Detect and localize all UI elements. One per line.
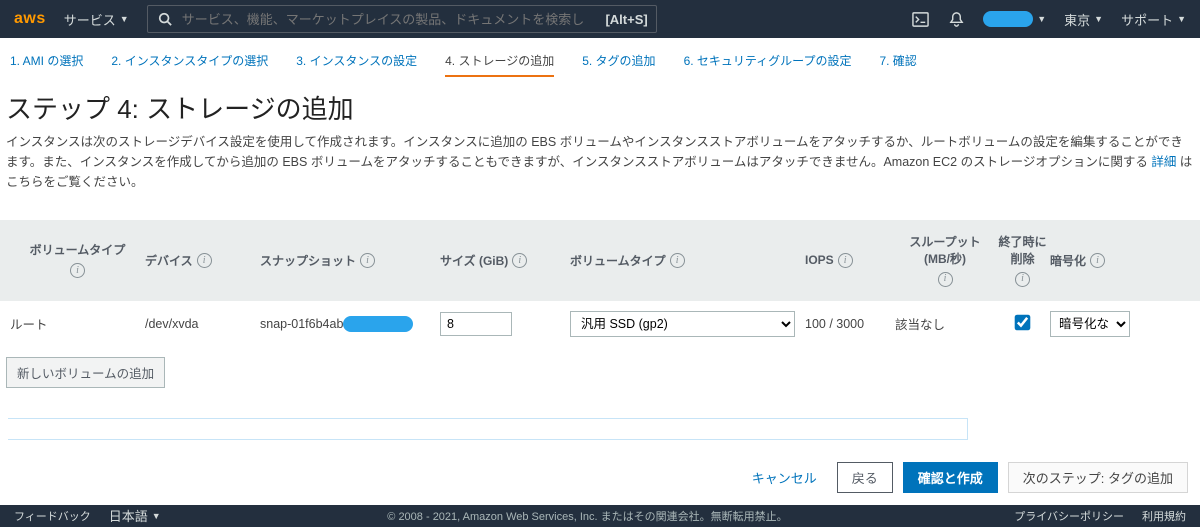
cell-encrypt: 暗号化な xyxy=(1050,311,1200,337)
services-label: サービス xyxy=(64,10,116,29)
cell-throughput: 該当なし xyxy=(895,314,995,333)
language-label: 日本語 xyxy=(109,506,148,525)
info-banner xyxy=(8,418,968,440)
th-snapshot: スナップショットi xyxy=(260,252,440,269)
cell-voltype: ルート xyxy=(10,314,145,333)
cell-voltype2: 汎用 SSD (gp2) xyxy=(570,311,805,337)
top-nav: aws サービス ▼ [Alt+S] ▼ 東京 ▼ サポート ▼ xyxy=(0,0,1200,38)
th-iops: IOPSi xyxy=(805,253,895,268)
page-title: ステップ 4: ストレージの追加 xyxy=(6,89,1194,126)
info-icon[interactable]: i xyxy=(1090,253,1105,268)
account-menu[interactable]: ▼ xyxy=(983,11,1046,27)
copyright-text: © 2008 - 2021, Amazon Web Services, Inc.… xyxy=(179,508,997,524)
cell-delterm xyxy=(995,316,1050,332)
caret-down-icon: ▼ xyxy=(120,14,129,24)
caret-down-icon: ▼ xyxy=(152,511,161,521)
table-row: ルート /dev/xvda snap-01f6b4ab 汎用 SSD (gp2)… xyxy=(0,301,1200,347)
cell-device: /dev/xvda xyxy=(145,317,260,331)
review-launch-button[interactable]: 確認と作成 xyxy=(903,462,998,493)
language-menu[interactable]: 日本語 ▼ xyxy=(109,506,161,525)
caret-down-icon: ▼ xyxy=(1094,14,1103,24)
snapshot-prefix: snap-01f6b4ab xyxy=(260,317,343,331)
page-content: ステップ 4: ストレージの追加 インスタンスは次のストレージデバイス設定を使用… xyxy=(0,89,1200,200)
cell-iops: 100 / 3000 xyxy=(805,317,895,331)
info-icon[interactable]: i xyxy=(360,253,375,268)
desc-text: インスタンスは次のストレージデバイス設定を使用して作成されます。インスタンスに追… xyxy=(6,135,1183,169)
wizard-step-1[interactable]: 1. AMI の選択 xyxy=(10,52,83,77)
info-icon[interactable]: i xyxy=(512,253,527,268)
aws-logo[interactable]: aws xyxy=(14,10,46,28)
cloudshell-icon[interactable] xyxy=(911,10,929,28)
storage-table: ボリュームタイプi デバイスi スナップショットi サイズ (GiB)i ボリュ… xyxy=(0,220,1200,347)
caret-down-icon: ▼ xyxy=(1037,14,1046,24)
th-volume: ボリュームタイプi xyxy=(10,242,145,278)
size-input[interactable] xyxy=(440,312,512,336)
wizard-step-4[interactable]: 4. ストレージの追加 xyxy=(445,52,554,77)
back-button[interactable]: 戻る xyxy=(837,462,893,493)
cell-size xyxy=(440,312,570,336)
search-icon xyxy=(156,10,174,28)
cell-snapshot: snap-01f6b4ab xyxy=(260,316,440,332)
wizard-step-2[interactable]: 2. インスタンスタイプの選択 xyxy=(111,52,268,77)
search-shortcut: [Alt+S] xyxy=(605,12,647,27)
th-size: サイズ (GiB)i xyxy=(440,252,570,269)
volume-type-select[interactable]: 汎用 SSD (gp2) xyxy=(570,311,795,337)
support-label: サポート xyxy=(1121,10,1173,29)
add-volume-button[interactable]: 新しいボリュームの追加 xyxy=(6,357,165,388)
search-box[interactable]: [Alt+S] xyxy=(147,5,657,33)
page-description: インスタンスは次のストレージデバイス設定を使用して作成されます。インスタンスに追… xyxy=(6,132,1194,192)
info-icon[interactable]: i xyxy=(838,253,853,268)
snapshot-redacted xyxy=(343,316,413,332)
feedback-link[interactable]: フィードバック xyxy=(14,508,91,524)
th-delterm: 終了時に削除i xyxy=(995,234,1050,287)
footer-buttons: キャンセル 戻る 確認と作成 次のステップ: タグの追加 xyxy=(0,440,1200,505)
region-menu[interactable]: 東京 ▼ xyxy=(1064,10,1103,29)
search-input[interactable] xyxy=(182,12,598,27)
info-icon[interactable]: i xyxy=(670,253,685,268)
info-icon[interactable]: i xyxy=(938,272,953,287)
wizard-step-6[interactable]: 6. セキュリティグループの設定 xyxy=(684,52,852,77)
notifications-icon[interactable] xyxy=(947,10,965,28)
support-menu[interactable]: サポート ▼ xyxy=(1121,10,1186,29)
delete-on-term-checkbox[interactable] xyxy=(1015,314,1031,330)
encryption-select[interactable]: 暗号化な xyxy=(1050,311,1130,337)
terms-link[interactable]: 利用規約 xyxy=(1142,508,1186,524)
cancel-button[interactable]: キャンセル xyxy=(742,462,827,493)
info-icon[interactable]: i xyxy=(70,263,85,278)
info-icon[interactable]: i xyxy=(1015,272,1030,287)
info-icon[interactable]: i xyxy=(197,253,212,268)
privacy-link[interactable]: プライバシーポリシー xyxy=(1014,508,1124,524)
th-device: デバイスi xyxy=(145,252,260,269)
th-throughput: スループット (MB/秒)i xyxy=(895,234,995,287)
wizard-steps: 1. AMI の選択 2. インスタンスタイプの選択 3. インスタンスの設定 … xyxy=(0,38,1200,89)
wizard-step-7[interactable]: 7. 確認 xyxy=(879,52,916,77)
th-voltype2: ボリュームタイプi xyxy=(570,252,805,269)
th-encrypt: 暗号化i xyxy=(1050,252,1200,269)
region-label: 東京 xyxy=(1064,10,1090,29)
wizard-step-5[interactable]: 5. タグの追加 xyxy=(582,52,655,77)
wizard-step-3[interactable]: 3. インスタンスの設定 xyxy=(296,52,417,77)
caret-down-icon: ▼ xyxy=(1177,14,1186,24)
footer-bar: フィードバック 日本語 ▼ © 2008 - 2021, Amazon Web … xyxy=(0,505,1200,527)
next-step-button[interactable]: 次のステップ: タグの追加 xyxy=(1008,462,1188,493)
account-name-redacted xyxy=(983,11,1033,27)
services-menu[interactable]: サービス ▼ xyxy=(64,10,129,29)
table-header: ボリュームタイプi デバイスi スナップショットi サイズ (GiB)i ボリュ… xyxy=(0,220,1200,301)
learn-more-link[interactable]: 詳細 xyxy=(1151,155,1176,169)
